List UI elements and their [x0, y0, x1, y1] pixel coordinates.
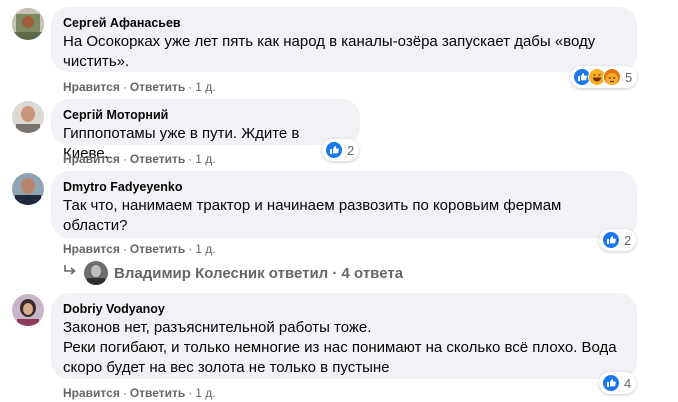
comment-bubble: Сергей Афанасьев На Осокорках уже лет пя… — [51, 7, 637, 72]
comment-actions: Нравится · Ответить · 1 д. — [63, 152, 216, 166]
reaction-count: 5 — [625, 69, 633, 85]
angry-icon — [603, 68, 621, 86]
comment-actions: Нравится · Ответить · 1 д. — [63, 242, 216, 256]
like-button[interactable]: Нравится — [63, 386, 120, 400]
comment-text: На Осокорках уже лет пять как народ в ка… — [63, 33, 600, 70]
avatar[interactable] — [12, 101, 44, 133]
comment-timestamp[interactable]: 1 д. — [195, 242, 215, 256]
comment-bubble: Сергій Моторний Гиппопотамы уже в пути. … — [51, 99, 360, 162]
reaction-count: 4 — [624, 375, 632, 391]
reactions[interactable]: 4 — [599, 372, 637, 394]
comment-bubble: Dobriy Vodyanoy Законов нет, разъяснител… — [51, 293, 637, 379]
separator: · — [188, 242, 193, 256]
comment-author[interactable]: Сергей Афанасьев — [63, 15, 625, 31]
comment-timestamp[interactable]: 1 д. — [195, 152, 215, 166]
comment-actions: Нравится · Ответить · 1 д. — [63, 80, 216, 94]
separator: · — [188, 386, 193, 400]
like-button[interactable]: Нравится — [63, 242, 120, 256]
separator: · — [188, 80, 193, 94]
reaction-count: 2 — [347, 142, 355, 158]
separator: · — [122, 242, 127, 256]
separator: · — [122, 152, 127, 166]
like-button[interactable]: Нравится — [63, 80, 120, 94]
reply-button[interactable]: Ответить — [130, 242, 185, 256]
like-button[interactable]: Нравится — [63, 152, 120, 166]
like-icon — [602, 231, 620, 249]
avatar[interactable] — [12, 294, 44, 326]
reply-button[interactable]: Ответить — [130, 80, 185, 94]
like-icon — [325, 141, 343, 159]
comment-bubble: Dmytro Fadyeyenko Так что, нанимаем трак… — [51, 171, 637, 238]
avatar[interactable] — [12, 173, 44, 205]
replies-summary[interactable]: Владимир Колесник ответил · 4 ответа — [114, 265, 403, 282]
comment-author[interactable]: Dobriy Vodyanoy — [63, 301, 625, 317]
avatar — [84, 261, 108, 285]
separator: · — [122, 386, 127, 400]
view-replies-link[interactable]: Владимир Колесник ответил · 4 ответа — [62, 260, 403, 286]
reactions[interactable]: 5 — [570, 66, 638, 88]
like-icon — [602, 374, 620, 392]
comment-author[interactable]: Dmytro Fadyeyenko — [63, 179, 625, 195]
reply-button[interactable]: Ответить — [130, 152, 185, 166]
reactions[interactable]: 2 — [599, 229, 637, 251]
reply-button[interactable]: Ответить — [130, 386, 185, 400]
reaction-count: 2 — [624, 232, 632, 248]
comment-actions: Нравится · Ответить · 1 д. — [63, 386, 216, 400]
avatar[interactable] — [12, 8, 44, 40]
separator: · — [122, 80, 127, 94]
reply-arrow-icon — [62, 264, 80, 282]
comment-text: Так что, нанимаем трактор и начинаем раз… — [63, 197, 566, 234]
comment-author[interactable]: Сергій Моторний — [63, 107, 348, 123]
comment-text: Законов нет, разъяснительной работы тоже… — [63, 319, 617, 376]
reactions[interactable]: 2 — [322, 139, 360, 161]
separator: · — [188, 152, 193, 166]
comment-timestamp[interactable]: 1 д. — [195, 80, 215, 94]
comment-timestamp[interactable]: 1 д. — [195, 386, 215, 400]
